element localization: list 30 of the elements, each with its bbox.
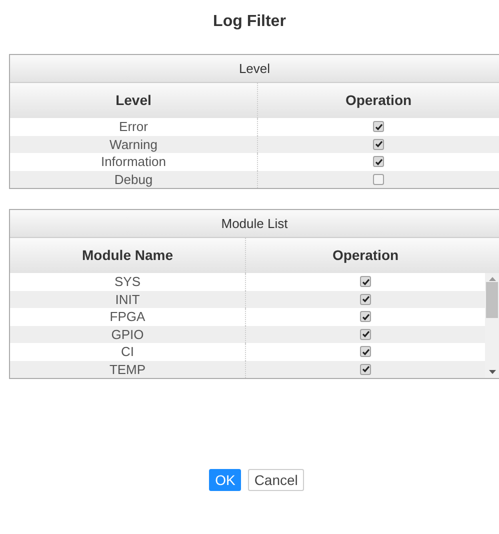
checkbox[interactable] [360,328,371,340]
column-header: Operation [344,91,413,110]
checkbox[interactable] [360,364,371,375]
checkmark-icon [374,158,382,166]
checkmark-icon [362,312,370,321]
checkmark-icon [362,330,370,338]
table-cell: TEMP [10,360,246,378]
checkbox[interactable] [373,138,384,150]
checkbox[interactable] [373,121,384,132]
checkmark-icon [362,348,370,356]
checkmark-icon [374,122,382,131]
cancel-button[interactable]: Cancel [248,469,304,491]
table-caption: Level [10,55,499,83]
checkmark-icon [362,295,370,304]
checkbox[interactable] [373,174,384,185]
table-cell: Debug [10,170,258,188]
checkbox[interactable] [360,294,371,305]
checkbox[interactable] [360,276,371,288]
table-caption: Module List [10,210,499,238]
scroll-down-icon[interactable] [488,370,496,374]
checkmark-icon [374,140,382,148]
checkmark-icon [362,365,370,374]
checkbox[interactable] [360,346,371,358]
checkmark-icon [362,278,370,286]
checkbox[interactable] [360,311,371,322]
checkbox[interactable] [373,156,384,168]
column-header: Operation [331,246,400,265]
scrollbar[interactable] [485,273,499,378]
scrollbar-thumb[interactable] [486,282,498,318]
dialog-title: Log Filter [212,12,287,32]
